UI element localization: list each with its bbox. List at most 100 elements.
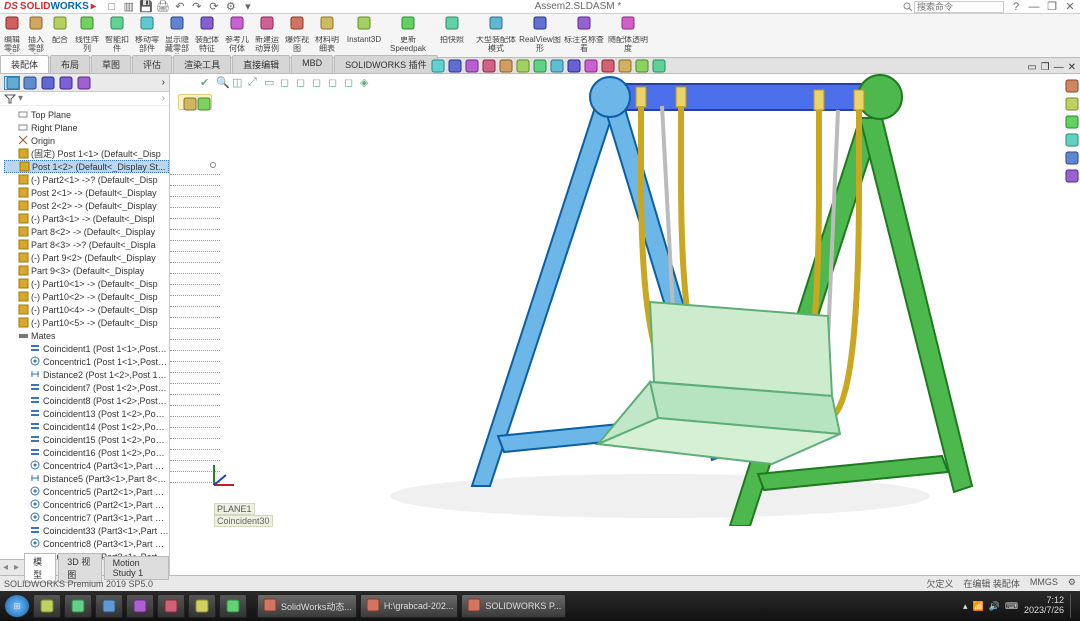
taskbar-window-button[interactable]: SolidWorks动态...: [257, 594, 357, 618]
ribbon-realview-button[interactable]: RealView图形: [518, 14, 562, 57]
graphics-viewport[interactable]: ✔🔍◫⤢▭◻◻◻◻◻◈: [170, 74, 1080, 575]
tree-node[interactable]: Coincident15 (Post 1<2>,Post 2<2>): [4, 433, 169, 446]
ribbon-snapshot-button[interactable]: 拍快照: [430, 14, 474, 57]
bottom-tab-2[interactable]: Motion Study 1: [104, 556, 169, 580]
ribbon-instant3d-button[interactable]: Instant3D: [342, 14, 386, 57]
tray-net-icon[interactable]: 📶: [973, 601, 984, 612]
tabs-scroll-left-icon[interactable]: ◂: [0, 562, 11, 573]
cmd-tab-5[interactable]: 直接编辑: [232, 55, 290, 73]
logo-menu-icon[interactable]: ▸: [91, 1, 96, 12]
viewport-collapse-icon[interactable]: ▭: [1027, 62, 1036, 73]
tree-node[interactable]: Part 8<2> -> (Default<_Display: [4, 225, 169, 238]
taskbar-window-button[interactable]: H:\grabcad-202...: [360, 594, 459, 618]
fit-icon[interactable]: ⤢: [248, 76, 261, 89]
print-button[interactable]: 🖨: [157, 1, 169, 13]
filter-dropdown-icon[interactable]: ▾: [18, 93, 23, 104]
ribbon-smart-fastener-button[interactable]: 智能扣件: [102, 14, 132, 57]
tree-node[interactable]: Post 2<1> -> (Default<_Display: [4, 186, 169, 199]
tree-node[interactable]: Right Plane: [4, 121, 169, 134]
tree-node[interactable]: Mates: [4, 329, 169, 342]
taskbar-explorer-button[interactable]: [219, 594, 247, 618]
cmd-tab-2[interactable]: 草图: [91, 55, 131, 73]
tree-node[interactable]: Coincident8 (Post 1<2>,Post 2<1>): [4, 394, 169, 407]
status-field-3[interactable]: ⚙: [1068, 577, 1076, 590]
save-button[interactable]: 💾: [140, 1, 152, 13]
options-button[interactable]: ⚙: [225, 1, 237, 13]
ribbon-annotate-button[interactable]: 标注名称查看: [562, 14, 606, 57]
tree-node[interactable]: Concentric7 (Part3<1>,Part 9<2>): [4, 511, 169, 524]
funnel-icon[interactable]: [4, 94, 16, 104]
taskbar-folder-button[interactable]: [64, 594, 92, 618]
display-mgr-tab[interactable]: [76, 76, 92, 90]
front-icon[interactable]: ◻: [280, 76, 293, 89]
ribbon-edit-part-button[interactable]: 编辑零部件: [0, 14, 24, 57]
taskbar-browser-button[interactable]: [33, 594, 61, 618]
taskpane-dimxpert-tab[interactable]: [1064, 132, 1078, 146]
tabs-scroll-right-icon[interactable]: ▸: [11, 562, 22, 573]
taskbar-settings-button[interactable]: [126, 594, 154, 618]
tree-node[interactable]: (-) Part10<2> -> (Default<_Disp: [4, 290, 169, 303]
tree-node[interactable]: Coincident33 (Part3<1>,Part 9<2>): [4, 524, 169, 537]
tree-node[interactable]: (-) Part10<4> -> (Default<_Disp: [4, 303, 169, 316]
taskpane-scene-tab[interactable]: [1064, 96, 1078, 110]
tree-node[interactable]: (-) Part10<1> -> (Default<_Disp: [4, 277, 169, 290]
assy-root-icon[interactable]: [182, 96, 194, 108]
cmd-tab-1[interactable]: 布局: [50, 55, 90, 73]
cmd-tab-0[interactable]: 装配体: [0, 55, 49, 73]
taskbar-clock[interactable]: 7:12 2023/7/26: [1024, 596, 1064, 616]
ribbon-linear-pattern-button[interactable]: 线性阵列: [72, 14, 102, 57]
viewport-restore-icon[interactable]: ❐: [1041, 62, 1050, 73]
tree-node[interactable]: Coincident14 (Post 1<2>,Post 2<2>): [4, 420, 169, 433]
tray-vol-icon[interactable]: 🔊: [989, 601, 1000, 612]
open-button[interactable]: ▥: [123, 1, 135, 13]
config-mgr-tab[interactable]: [40, 76, 56, 90]
close-button[interactable]: ✕: [1064, 1, 1076, 13]
approve-icon[interactable]: ✔: [200, 76, 213, 89]
ribbon-large-assy-button[interactable]: 大型装配体模式: [474, 14, 518, 57]
tree-node[interactable]: (-) Part 9<2> (Default<_Display: [4, 251, 169, 264]
help-button[interactable]: ?: [1010, 1, 1022, 13]
ribbon-assy-feature-button[interactable]: 装配体特征: [192, 14, 222, 57]
tree-node[interactable]: Origin: [4, 134, 169, 147]
taskbar-screenshot-button[interactable]: [157, 594, 185, 618]
redo-button[interactable]: ↷: [191, 1, 203, 13]
taskpane-camera-tab[interactable]: [1064, 168, 1078, 182]
tree-node[interactable]: Concentric6 (Part2<1>,Part 9<2>): [4, 498, 169, 511]
ribbon-bom-button[interactable]: 材料明细表: [312, 14, 342, 57]
taskbar-start-button[interactable]: ⊞: [4, 594, 30, 618]
taskpane-decal-tab[interactable]: [1064, 114, 1078, 128]
tree-node[interactable]: (-) Part2<1> ->? (Default<_Disp: [4, 173, 169, 186]
taskpane-appearance-tab[interactable]: [1064, 78, 1078, 92]
taskpane-lights-tab[interactable]: [1064, 150, 1078, 164]
rebuild-button[interactable]: ⟳: [208, 1, 220, 13]
search-mag-icon[interactable]: 🔍: [216, 76, 229, 89]
tree-node[interactable]: Concentric5 (Part2<1>,Part 8<2>): [4, 485, 169, 498]
ribbon-mate-button[interactable]: 配合: [48, 14, 72, 57]
ribbon-speedpak-button[interactable]: 更新Speedpak: [386, 14, 430, 57]
ribbon-motion-study-button[interactable]: 新建运动算例: [252, 14, 282, 57]
taskbar-paint-button[interactable]: [188, 594, 216, 618]
panel-collapse-icon[interactable]: ›: [162, 93, 165, 104]
home-icon[interactable]: [196, 96, 208, 108]
minimize-button[interactable]: ❐: [1046, 1, 1058, 13]
ribbon-explode-button[interactable]: 爆炸视图: [282, 14, 312, 57]
tree-node[interactable]: Concentric1 (Post 1<1>,Post 1<2>): [4, 355, 169, 368]
viewport-close-icon[interactable]: ✕: [1068, 62, 1076, 73]
tree-node[interactable]: Post 2<2> -> (Default<_Display: [4, 199, 169, 212]
cmd-tab-3[interactable]: 评估: [132, 55, 172, 73]
new-button[interactable]: □: [106, 1, 118, 13]
feature-tree-tab[interactable]: [4, 76, 20, 90]
ribbon-insert-part-button[interactable]: 插入零部件: [24, 14, 48, 57]
tree-node[interactable]: (固定) Post 1<1> (Default<_Disp: [4, 147, 169, 160]
feature-tree[interactable]: Top PlaneRight PlaneOrigin(固定) Post 1<1>…: [0, 106, 169, 559]
tree-node[interactable]: Top Plane: [4, 108, 169, 121]
ribbon-move-part-button[interactable]: 移动零部件: [132, 14, 162, 57]
property-mgr-tab[interactable]: [22, 76, 38, 90]
undo-button[interactable]: ↶: [174, 1, 186, 13]
tree-node[interactable]: (-) Part3<1> -> (Default<_Displ: [4, 212, 169, 225]
ribbon-show-hide-button[interactable]: 显示隐藏零部件: [162, 14, 192, 57]
dim-mgr-tab[interactable]: [58, 76, 74, 90]
tree-node[interactable]: Concentric8 (Part3<1>,Part 8<3>): [4, 537, 169, 550]
tray-up-icon[interactable]: ▴: [963, 601, 968, 612]
restore-button[interactable]: —: [1028, 1, 1040, 13]
